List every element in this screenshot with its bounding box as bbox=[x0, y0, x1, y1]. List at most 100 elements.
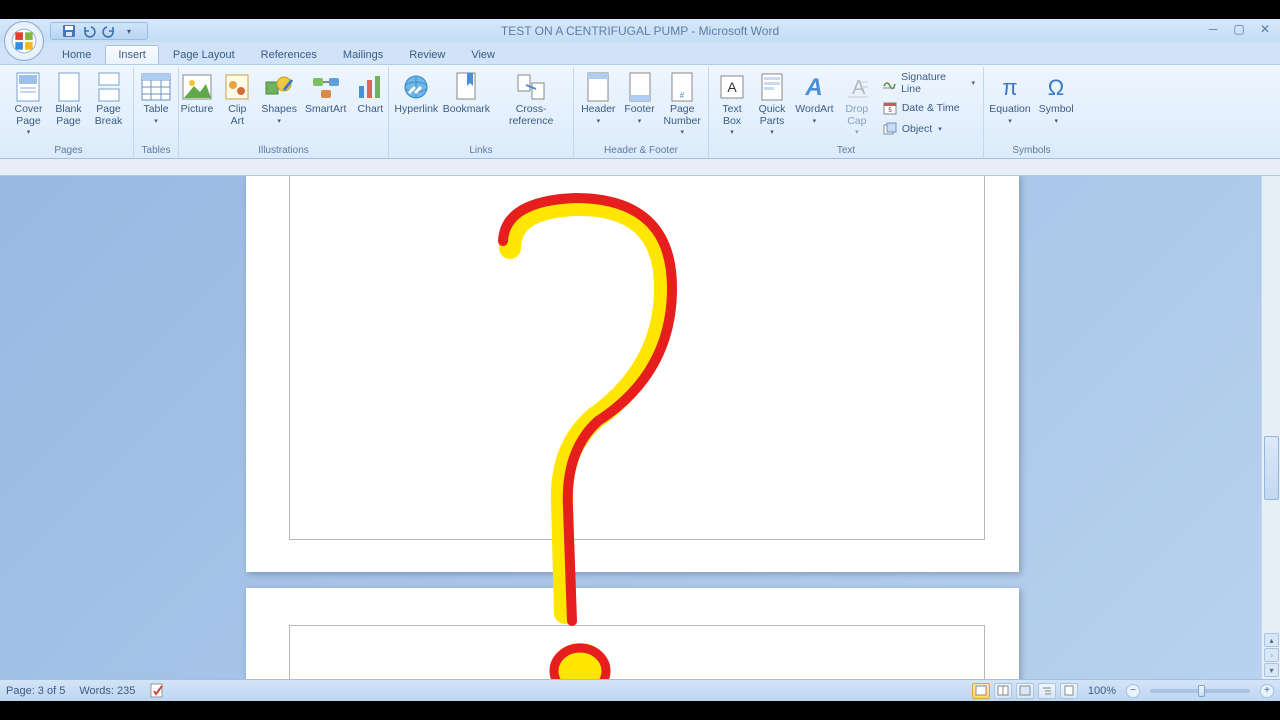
view-full-screen[interactable] bbox=[994, 683, 1012, 699]
text-box-icon: A bbox=[716, 71, 748, 103]
svg-text:#: # bbox=[680, 91, 685, 100]
object-button[interactable]: Object▾ bbox=[878, 119, 979, 139]
clipart-icon bbox=[221, 71, 253, 103]
quick-parts-button[interactable]: QuickParts▾ bbox=[753, 69, 791, 138]
wordart-button[interactable]: A WordArt▾ bbox=[793, 69, 836, 127]
cross-reference-icon bbox=[515, 71, 547, 103]
previous-page-button[interactable]: ▴ bbox=[1264, 633, 1279, 647]
table-icon bbox=[140, 71, 172, 103]
view-outline[interactable] bbox=[1038, 683, 1056, 699]
group-label-illustrations: Illustrations bbox=[179, 144, 388, 157]
save-button[interactable] bbox=[61, 23, 77, 39]
symbol-icon: Ω bbox=[1040, 71, 1072, 103]
date-time-button[interactable]: 5 Date & Time bbox=[878, 98, 979, 118]
office-logo-icon bbox=[11, 28, 37, 54]
redo-icon bbox=[102, 24, 116, 38]
view-web-layout[interactable] bbox=[1016, 683, 1034, 699]
shapes-button[interactable]: Shapes▾ bbox=[258, 69, 300, 127]
header-icon bbox=[582, 71, 614, 103]
maximize-button[interactable]: ▢ bbox=[1230, 22, 1248, 36]
document-area: How to delete a page in Word ▴ ◦ ▾ bbox=[0, 159, 1280, 679]
tab-references[interactable]: References bbox=[249, 46, 329, 64]
drop-cap-button[interactable]: A DropCap▾ bbox=[838, 69, 876, 138]
date-time-icon: 5 bbox=[882, 100, 898, 116]
equation-icon: π bbox=[994, 71, 1026, 103]
group-label-text: Text bbox=[709, 144, 983, 157]
tab-home[interactable]: Home bbox=[50, 46, 103, 64]
zoom-in-button[interactable]: + bbox=[1260, 684, 1274, 698]
scrollbar-thumb[interactable] bbox=[1264, 436, 1279, 500]
bookmark-icon bbox=[450, 71, 482, 103]
save-icon bbox=[62, 24, 76, 38]
hyperlink-button[interactable]: Hyperlink bbox=[393, 69, 440, 118]
minimize-button[interactable]: ─ bbox=[1204, 22, 1222, 36]
status-bar: Page: 3 of 5 Words: 235 100% − + bbox=[0, 679, 1280, 701]
group-label-links: Links bbox=[389, 144, 573, 157]
cover-page-icon bbox=[13, 71, 45, 103]
group-label-tables: Tables bbox=[134, 144, 178, 157]
quick-parts-icon bbox=[756, 71, 788, 103]
vertical-scrollbar[interactable]: ▴ ◦ ▾ bbox=[1261, 176, 1280, 679]
close-button[interactable]: ✕ bbox=[1256, 22, 1274, 36]
zoom-slider[interactable] bbox=[1150, 689, 1250, 693]
page-number-icon: # bbox=[666, 71, 698, 103]
object-icon bbox=[882, 121, 898, 137]
status-words[interactable]: Words: 235 bbox=[79, 685, 135, 697]
text-box-button[interactable]: A TextBox▾ bbox=[713, 69, 751, 138]
browse-object-button[interactable]: ◦ bbox=[1264, 648, 1279, 662]
undo-button[interactable] bbox=[81, 23, 97, 39]
table-button[interactable]: Table▾ bbox=[137, 69, 175, 127]
qat-customize[interactable]: ▾ bbox=[121, 23, 137, 39]
view-print-layout[interactable] bbox=[972, 683, 990, 699]
tab-mailings[interactable]: Mailings bbox=[331, 46, 395, 64]
tab-view[interactable]: View bbox=[459, 46, 507, 64]
office-button[interactable] bbox=[4, 21, 44, 61]
blank-page-button[interactable]: BlankPage bbox=[50, 69, 88, 129]
tab-page-layout[interactable]: Page Layout bbox=[161, 46, 247, 64]
tab-insert[interactable]: Insert bbox=[105, 45, 159, 64]
svg-text:A: A bbox=[805, 74, 823, 101]
page-break-button[interactable]: PageBreak bbox=[90, 69, 128, 129]
symbol-button[interactable]: Ω Symbol▾ bbox=[1036, 69, 1077, 127]
signature-line-button[interactable]: Signature Line▾ bbox=[878, 69, 979, 97]
next-page-button[interactable]: ▾ bbox=[1264, 663, 1279, 677]
chart-button[interactable]: Chart bbox=[351, 69, 389, 118]
shapes-icon bbox=[263, 71, 295, 103]
equation-button[interactable]: π Equation▾ bbox=[986, 69, 1033, 127]
proofing-button[interactable] bbox=[149, 683, 165, 699]
horizontal-ruler[interactable] bbox=[0, 159, 1280, 176]
group-label-header-footer: Header & Footer bbox=[574, 144, 708, 157]
redo-button[interactable] bbox=[101, 23, 117, 39]
svg-text:π: π bbox=[1002, 75, 1017, 100]
zoom-slider-thumb[interactable] bbox=[1198, 685, 1205, 697]
tab-review[interactable]: Review bbox=[397, 46, 457, 64]
smartart-icon bbox=[310, 71, 342, 103]
clipart-button[interactable]: ClipArt bbox=[218, 69, 256, 129]
bookmark-button[interactable]: Bookmark bbox=[442, 69, 492, 118]
wordart-icon: A bbox=[798, 71, 830, 103]
svg-text:Ω: Ω bbox=[1048, 75, 1064, 100]
quick-access-toolbar: ▾ bbox=[50, 22, 148, 40]
zoom-level[interactable]: 100% bbox=[1088, 685, 1116, 697]
group-label-symbols: Symbols bbox=[984, 144, 1079, 157]
zoom-out-button[interactable]: − bbox=[1126, 684, 1140, 698]
svg-text:A: A bbox=[727, 79, 737, 95]
cross-reference-button[interactable]: Cross-reference bbox=[493, 69, 569, 129]
footer-button[interactable]: Footer▾ bbox=[621, 69, 659, 127]
footer-icon bbox=[624, 71, 656, 103]
status-page[interactable]: Page: 3 of 5 bbox=[6, 685, 65, 697]
page-number-button[interactable]: # PageNumber▾ bbox=[661, 69, 704, 138]
window-title: TEST ON A CENTRIFUGAL PUMP - Microsoft W… bbox=[501, 24, 779, 38]
picture-icon bbox=[181, 71, 213, 103]
picture-button[interactable]: Picture bbox=[178, 69, 217, 118]
view-draft[interactable] bbox=[1060, 683, 1078, 699]
cover-page-button[interactable]: CoverPage▾ bbox=[10, 69, 48, 138]
document-page-1[interactable] bbox=[246, 176, 1019, 572]
hyperlink-icon bbox=[400, 71, 432, 103]
drop-cap-icon: A bbox=[841, 71, 873, 103]
header-button[interactable]: Header▾ bbox=[578, 69, 618, 127]
chart-icon bbox=[354, 71, 386, 103]
document-page-2[interactable]: How to delete a page in Word bbox=[246, 588, 1019, 679]
signature-icon bbox=[882, 75, 897, 91]
smartart-button[interactable]: SmartArt bbox=[302, 69, 349, 118]
